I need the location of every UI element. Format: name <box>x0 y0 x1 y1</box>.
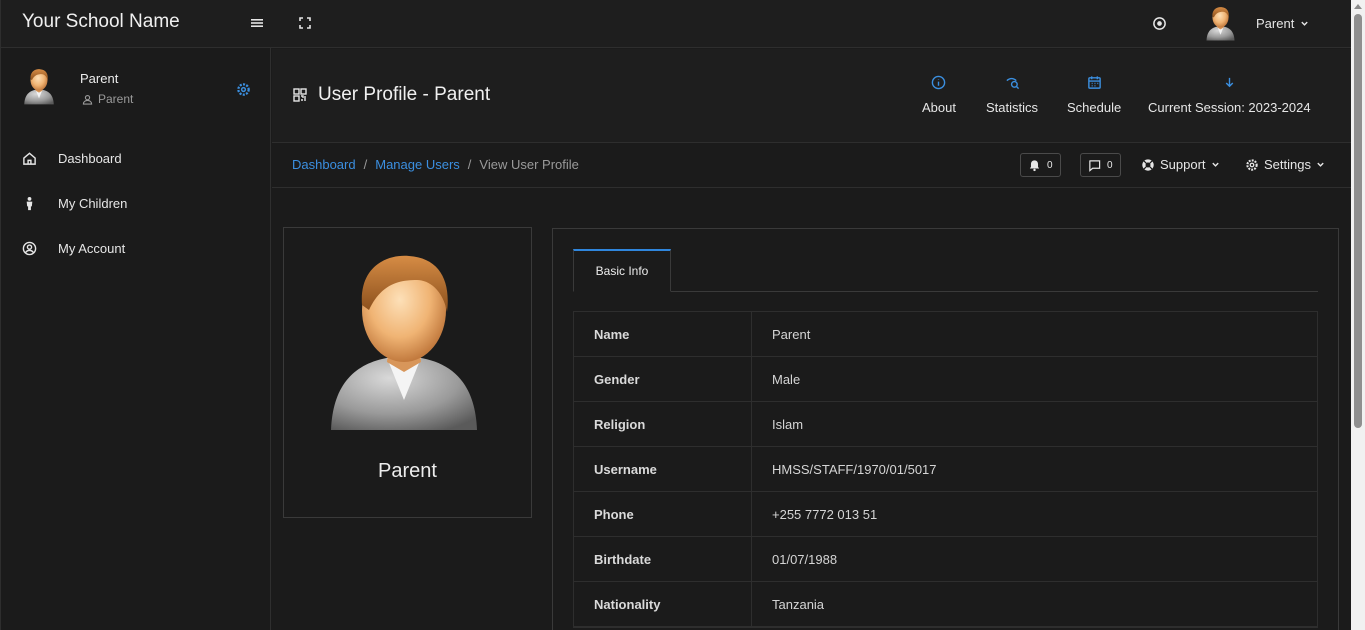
current-session-label: Current Session: 2023-2024 <box>1148 100 1311 115</box>
row-value: 01/07/1988 <box>772 551 838 567</box>
settings-dropdown[interactable]: Settings <box>1245 157 1325 172</box>
breadcrumb-manage-users[interactable]: Manage Users <box>375 157 460 172</box>
sidebar-item-my-account[interactable]: My Account <box>22 241 125 256</box>
statistics-link[interactable]: Statistics <box>986 75 1038 115</box>
sidebar-item-label: Dashboard <box>58 151 122 166</box>
child-icon <box>26 196 33 211</box>
tab-basic-info[interactable]: Basic Info <box>573 249 671 292</box>
gear-icon <box>1246 158 1258 171</box>
profile-avatar <box>329 250 479 438</box>
current-session-link[interactable]: Current Session: 2023-2024 <box>1148 75 1311 115</box>
info-panel: Basic Info Name Parent Gender Male Relig… <box>552 228 1339 630</box>
sidebar-role-label: Parent <box>98 92 134 106</box>
table-row: Gender Male <box>574 357 1317 402</box>
sidebar-user-role: Parent <box>82 92 133 106</box>
sidebar-avatar <box>23 68 55 106</box>
target-icon[interactable] <box>1152 16 1167 31</box>
messages-count: 0 <box>1107 159 1113 171</box>
about-label: About <box>922 100 956 115</box>
page-title: User Profile - Parent <box>318 84 491 105</box>
top-navbar: Your School Name Parent <box>0 0 1351 48</box>
arrow-down-icon <box>1225 77 1234 88</box>
table-row: Birthdate 01/07/1988 <box>574 537 1317 582</box>
table-row: Religion Islam <box>574 402 1317 447</box>
table-row: Nationality Tanzania <box>574 582 1317 627</box>
brand-name[interactable]: Your School Name <box>22 11 180 33</box>
row-key: Religion <box>574 402 752 446</box>
profile-card: Parent <box>283 227 532 518</box>
lifebuoy-icon <box>1142 158 1154 171</box>
row-value: +255 7772 013 51 <box>772 506 878 522</box>
row-key: Username <box>574 447 752 491</box>
row-value: Tanzania <box>772 596 825 612</box>
sidebar-item-dashboard[interactable]: Dashboard <box>22 151 122 166</box>
user-icon <box>82 94 93 105</box>
settings-label: Settings <box>1264 157 1311 172</box>
bell-icon <box>1029 159 1040 171</box>
chevron-down-icon <box>1301 21 1309 26</box>
schedule-link[interactable]: Schedule <box>1067 75 1121 115</box>
row-key: Nationality <box>574 582 752 626</box>
row-key: Phone <box>574 492 752 536</box>
sidebar-item-label: My Account <box>58 241 126 256</box>
notifications-button[interactable]: 0 <box>1020 153 1061 177</box>
user-circle-icon <box>22 241 37 256</box>
row-key: Birthdate <box>574 537 752 581</box>
about-link[interactable]: About <box>922 75 956 115</box>
row-value: Male <box>772 371 801 387</box>
user-avatar[interactable] <box>1204 6 1237 42</box>
info-table: Name Parent Gender Male Religion Islam U… <box>573 311 1318 628</box>
hamburger-menu-icon[interactable] <box>250 16 264 30</box>
statistics-icon <box>1005 77 1019 90</box>
info-icon <box>932 75 946 90</box>
chevron-down-icon <box>1211 162 1219 167</box>
table-row: Username HMSS/STAFF/1970/01/5017 <box>574 447 1317 492</box>
chat-icon <box>1089 159 1101 172</box>
qr-grid-icon <box>293 88 307 102</box>
row-key: Gender <box>574 357 752 401</box>
breadcrumb-dashboard[interactable]: Dashboard <box>292 157 356 172</box>
scroll-up-arrow-icon[interactable] <box>1354 4 1362 9</box>
breadcrumb: Dashboard / Manage Users / View User Pro… <box>292 157 579 172</box>
profile-name: Parent <box>378 460 437 482</box>
breadcrumb-current: View User Profile <box>479 157 579 172</box>
user-menu[interactable]: Parent <box>1256 16 1309 31</box>
info-tabs: Basic Info <box>573 249 1318 292</box>
scroll-thumb[interactable] <box>1354 14 1362 428</box>
table-row: Name Parent <box>574 312 1317 357</box>
sidebar-user-name: Parent <box>80 71 119 86</box>
row-value: Parent <box>772 326 811 342</box>
sidebar-item-my-children[interactable]: My Children <box>22 196 127 211</box>
messages-button[interactable]: 0 <box>1080 153 1121 177</box>
breadcrumb-separator: / <box>467 157 472 172</box>
user-menu-label: Parent <box>1256 16 1295 31</box>
fullscreen-icon[interactable] <box>298 16 312 30</box>
sidebar: Parent Parent Dashboard My Children My A… <box>0 48 271 630</box>
row-key: Name <box>574 312 752 356</box>
breadcrumb-separator: / <box>363 157 368 172</box>
page-header: User Profile - Parent About Statistics S… <box>272 49 1351 143</box>
home-icon <box>23 152 36 165</box>
calendar-icon <box>1087 76 1101 89</box>
sidebar-item-label: My Children <box>58 196 128 211</box>
row-value: HMSS/STAFF/1970/01/5017 <box>772 461 937 477</box>
notifications-count: 0 <box>1047 159 1053 171</box>
breadcrumb-bar: Dashboard / Manage Users / View User Pro… <box>272 143 1351 188</box>
chevron-down-icon <box>1317 162 1324 167</box>
support-label: Support <box>1160 157 1206 172</box>
page-scrollbar[interactable] <box>1351 0 1365 630</box>
statistics-label: Statistics <box>986 100 1039 115</box>
table-row: Phone +255 7772 013 51 <box>574 492 1317 537</box>
support-dropdown[interactable]: Support <box>1141 157 1220 172</box>
row-value: Islam <box>772 416 804 432</box>
settings-gear-icon[interactable] <box>236 82 251 97</box>
schedule-label: Schedule <box>1067 100 1122 115</box>
